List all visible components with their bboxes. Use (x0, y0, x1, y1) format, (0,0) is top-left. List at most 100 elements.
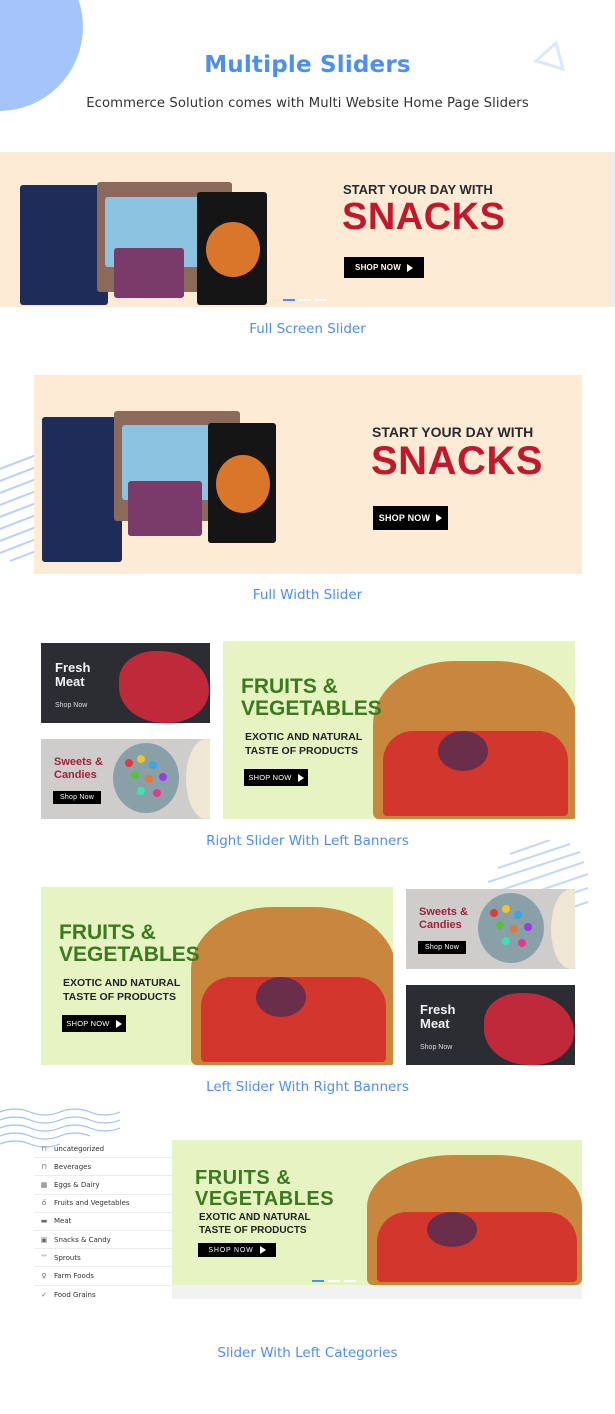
shop-now-label: SHOP NOW (378, 513, 431, 523)
shop-now-button[interactable]: SHOP NOW (244, 769, 308, 786)
slider-dot[interactable] (328, 1280, 340, 1282)
banner-title: Sweets & Candies (54, 756, 103, 781)
shop-now-label: SHOP NOW (355, 263, 401, 272)
shop-now-link[interactable]: Shop Now (420, 1044, 452, 1051)
slide-title: FRUITS & VEGETABLES (241, 675, 382, 720)
candy (125, 759, 133, 767)
category-label: Beverages (54, 1162, 92, 1171)
category-label: Fruits and Vegetables (54, 1199, 130, 1208)
category-item[interactable]: ✓ Food Grains (34, 1286, 174, 1304)
shop-now-button[interactable]: Shop Now (418, 941, 466, 954)
slide-subtitle-line: EXOTIC AND NATURAL (63, 977, 181, 989)
slider-dot[interactable] (344, 1280, 356, 1282)
category-item[interactable]: ♀ Farm Foods (34, 1267, 174, 1286)
fruits-vegetables-slider[interactable]: FRUITS & VEGETABLES EXOTIC AND NATURAL T… (41, 887, 393, 1065)
slide-title: FRUITS & VEGETABLES (59, 921, 200, 966)
candy (159, 773, 167, 781)
candy (502, 937, 510, 945)
slider-dots (283, 299, 327, 301)
chips-image (206, 222, 260, 277)
slider-dot[interactable] (283, 299, 295, 301)
shop-now-link[interactable]: Shop Now (55, 702, 87, 709)
section-caption: Slider With Left Categories (217, 1345, 398, 1361)
category-item[interactable]: ⊓ Beverages (34, 1158, 174, 1177)
candy (514, 911, 522, 919)
play-arrow-icon (115, 1019, 122, 1028)
category-item[interactable]: ▣ Snacks & Candy (34, 1231, 174, 1250)
category-item[interactable]: ⺌ Sprouts (34, 1249, 174, 1268)
category-label: Snacks & Candy (54, 1235, 111, 1244)
shop-now-button[interactable]: SHOP NOW (373, 506, 448, 530)
slide-subtitle-line: EXOTIC AND NATURAL (245, 731, 363, 743)
fruits-vegetables-slider[interactable]: FRUITS & VEGETABLES EXOTIC AND NATURAL T… (223, 641, 575, 819)
slider-dot[interactable] (299, 299, 311, 301)
shop-now-label: SHOP NOW (208, 1246, 254, 1254)
dairy-icon: ▦ (40, 1180, 48, 1189)
slide-subtitle: EXOTIC AND NATURAL TASTE OF PRODUCTS (199, 1211, 311, 1237)
category-label: Food Grains (54, 1290, 96, 1299)
chips-image (216, 455, 270, 513)
steak-image (119, 651, 209, 723)
shop-now-button[interactable]: SHOP NOW (62, 1015, 126, 1032)
popcorn-image (551, 889, 575, 969)
page-subtitle: Ecommerce Solution comes with Multi Webs… (86, 96, 529, 111)
candy (137, 787, 145, 795)
candy (153, 789, 161, 797)
category-list: ⊓ uncategorized ⊓ Beverages ▦ Eggs & Dairy … (34, 1140, 174, 1304)
play-arrow-icon (297, 773, 304, 782)
play-arrow-icon (259, 1246, 266, 1254)
sprout-icon: ⺌ (40, 1253, 48, 1262)
fresh-meat-banner[interactable]: Fresh Meat Shop Now (41, 643, 210, 723)
fruits-vegetables-slider[interactable]: FRUITS & VEGETABLES EXOTIC AND NATURAL T… (172, 1140, 582, 1285)
slide-subtitle-line: TASTE OF PRODUCTS (63, 991, 176, 1004)
candy (524, 923, 532, 931)
category-item[interactable]: ▬ Meat (34, 1213, 174, 1231)
sweets-candies-banner[interactable]: Sweets & Candies Shop Now (406, 889, 575, 969)
steak-image (484, 993, 574, 1065)
full-width-slider[interactable]: START YOUR DAY WITH SNACKS SHOP NOW (34, 375, 582, 574)
slider-dots (312, 1280, 356, 1282)
scrollbar[interactable] (609, 152, 615, 307)
pretzel-bag-image (42, 417, 122, 562)
grapes-image (256, 977, 306, 1017)
slide-subtitle: EXOTIC AND NATURAL TASTE OF PRODUCTS (63, 976, 180, 1004)
slider-dot[interactable] (315, 299, 327, 301)
candy (149, 761, 157, 769)
section-caption: Right Slider With Left Banners (206, 833, 409, 849)
sweets-candies-banner[interactable]: Sweets & Candies Shop Now (41, 739, 210, 819)
candy (518, 939, 526, 947)
category-item[interactable]: ▦ Eggs & Dairy (34, 1176, 174, 1195)
grain-icon: ✓ (41, 1290, 47, 1299)
candy (510, 925, 518, 933)
category-item[interactable]: ő Fruits and Vegetables (34, 1195, 174, 1213)
full-screen-slider[interactable]: START YOUR DAY WITH SNACKS SHOP NOW (0, 152, 609, 307)
banner-title-line: Sweets & (54, 756, 103, 768)
play-arrow-icon (436, 514, 443, 522)
section-caption: Full Screen Slider (249, 321, 366, 337)
slide-subtitle-line: TASTE OF PRODUCTS (245, 745, 358, 758)
bottle-icon: ⊓ (41, 1144, 47, 1153)
shop-now-button[interactable]: Shop Now (53, 791, 101, 804)
slide-kicker: START YOUR DAY WITH (343, 182, 493, 197)
slider-dot[interactable] (312, 1280, 324, 1282)
slide-title-line: FRUITS & (195, 1167, 292, 1189)
shop-now-button[interactable]: SHOP NOW (344, 257, 424, 278)
slide-title: SNACKS (342, 196, 506, 238)
shop-now-label: SHOP NOW (248, 773, 292, 782)
slide-subtitle-line: EXOTIC AND NATURAL (199, 1212, 311, 1223)
popcorn-image (186, 739, 210, 819)
fresh-meat-banner[interactable]: Fresh Meat Shop Now (406, 985, 575, 1065)
category-label: Meat (54, 1217, 72, 1226)
grapes-image (438, 731, 488, 771)
snack-pack-image (128, 481, 202, 536)
banner-title: Sweets & Candies (419, 906, 468, 931)
shop-now-button[interactable]: SHOP NOW (198, 1243, 276, 1257)
bottle-icon: ⊓ (41, 1162, 47, 1171)
slide-title-line: FRUITS & (241, 675, 338, 698)
banner-title-line: Meat (420, 1016, 450, 1032)
page-title: Multiple Sliders (204, 52, 411, 78)
banner-title-line: Sweets & (419, 906, 468, 918)
candy (496, 921, 504, 929)
category-item[interactable]: ⊓ uncategorized (34, 1140, 174, 1159)
play-arrow-icon (406, 263, 413, 272)
